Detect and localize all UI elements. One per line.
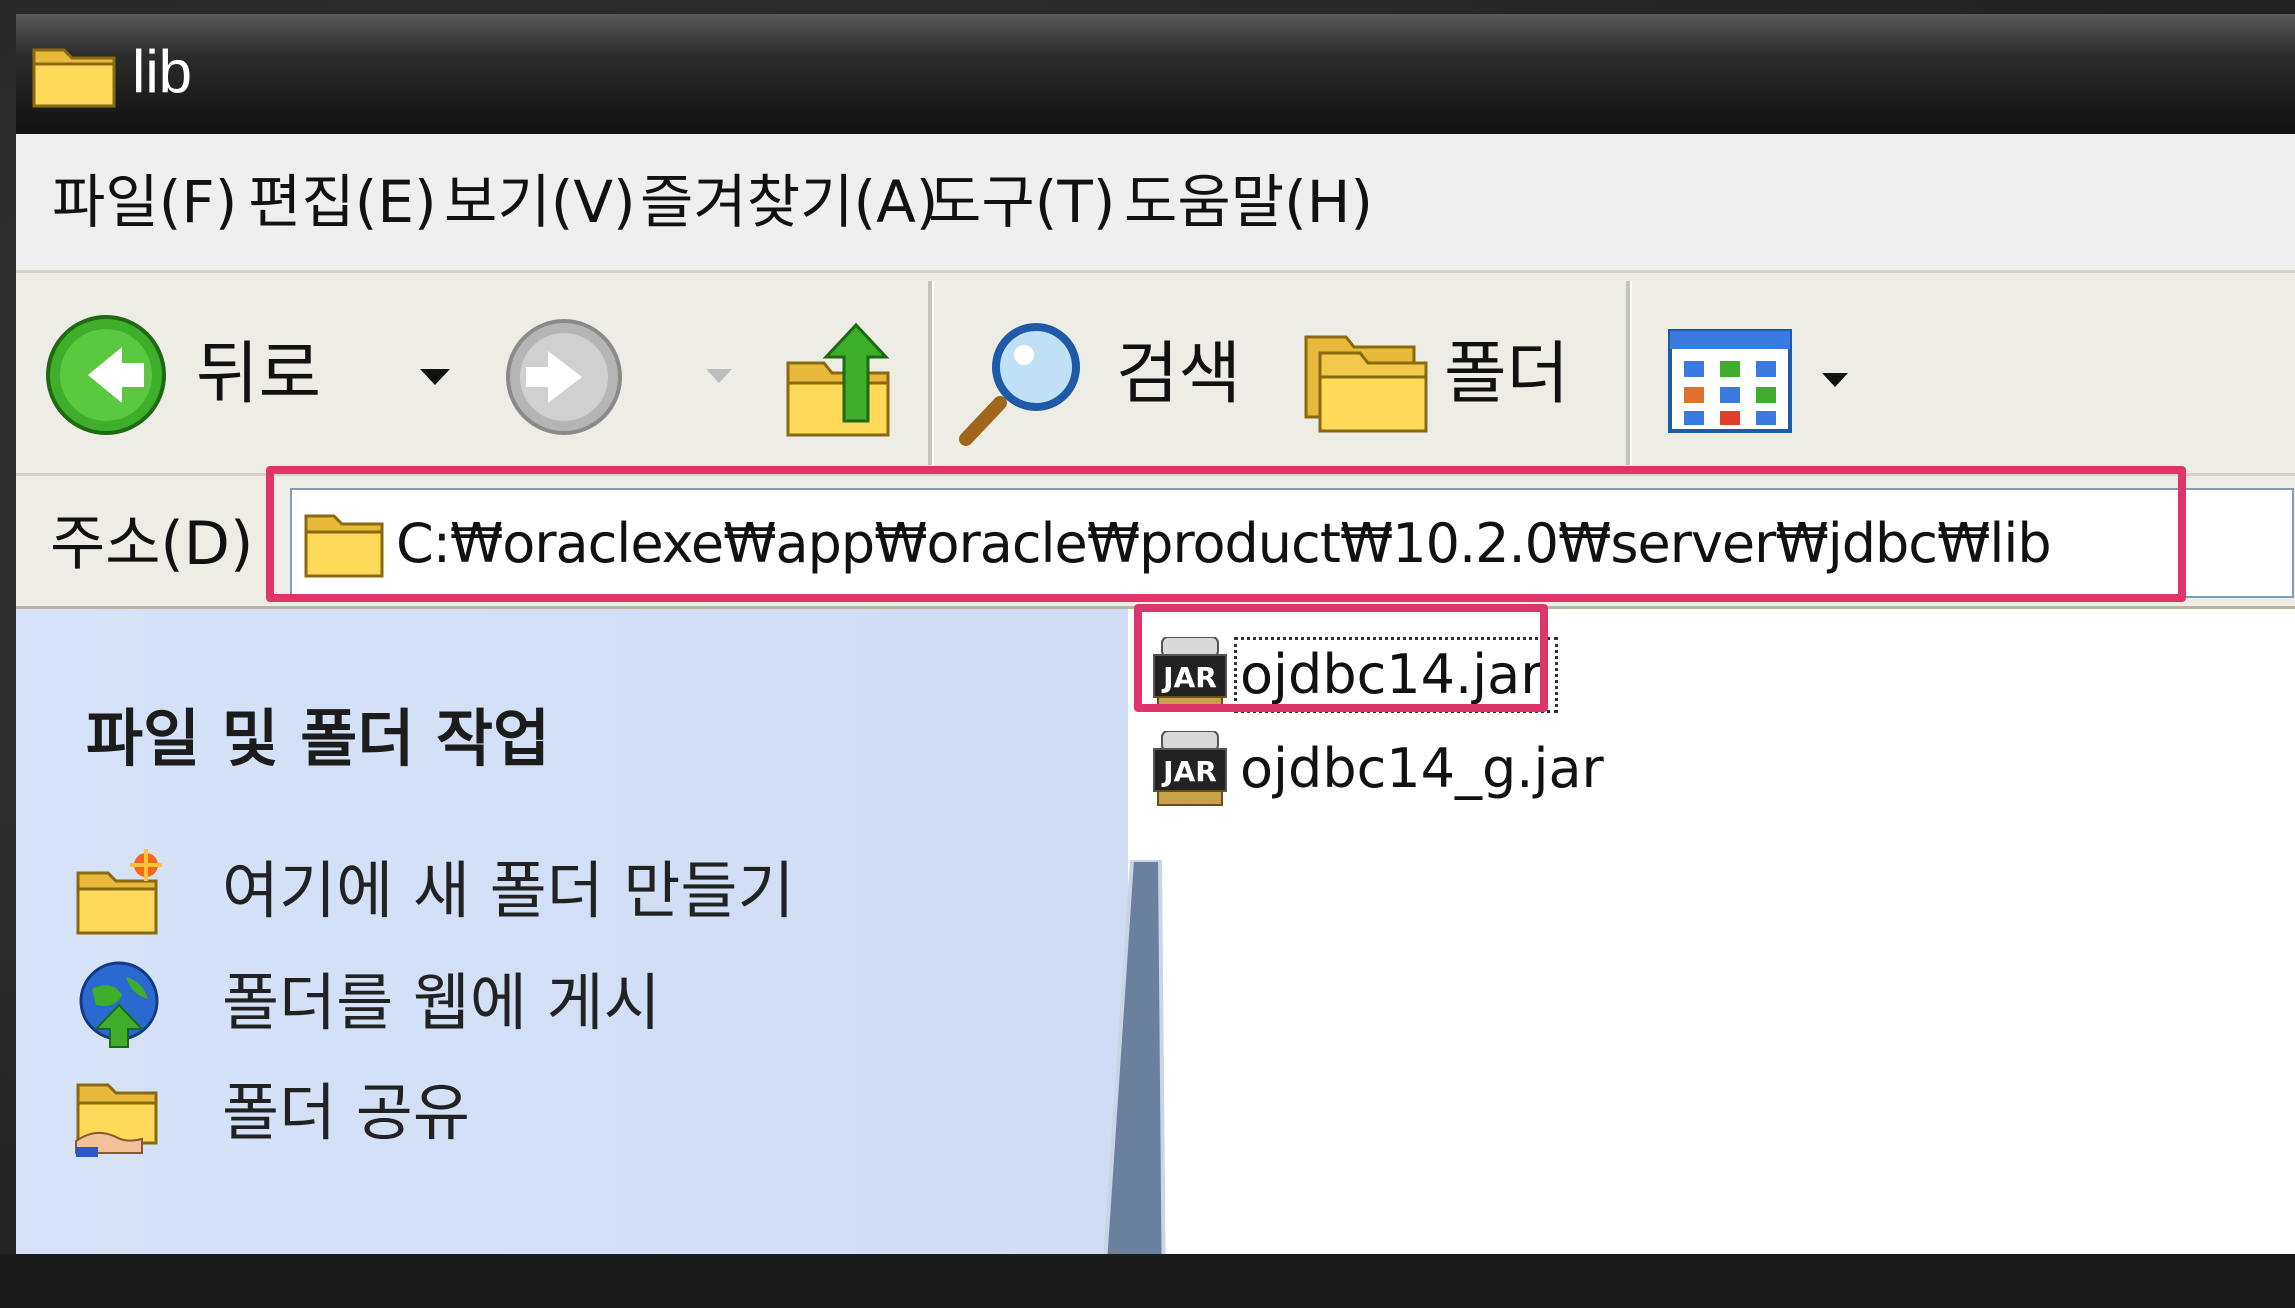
task-pane-title: 파일 및 폴더 작업 xyxy=(86,702,551,775)
task-label[interactable]: 폴더를 웹에 게시 xyxy=(222,963,661,1043)
up-folder-icon[interactable] xyxy=(782,317,900,441)
task-pane: 파일 및 폴더 작업 여기에 새 폴더 만들기 폴더를 웹에 게시 폴더 공유 xyxy=(16,609,1128,1254)
share-folder-icon xyxy=(75,1083,158,1157)
forward-arrow-icon[interactable] xyxy=(504,317,624,437)
task-share-folder[interactable]: 폴더 공유 xyxy=(74,1069,1074,1159)
task-new-folder[interactable]: 여기에 새 폴더 만들기 xyxy=(74,847,1074,937)
dropdown-arrow-disabled-icon xyxy=(706,369,732,383)
address-label: 주소(D) xyxy=(50,509,254,579)
background-strip xyxy=(0,1254,2295,1308)
new-folder-icon xyxy=(76,849,162,935)
menu-file[interactable]: 파일(F) xyxy=(52,164,237,240)
callout-pointer xyxy=(1100,860,1167,1308)
task-label[interactable]: 여기에 새 폴더 만들기 xyxy=(222,851,794,931)
title-bar[interactable]: lib xyxy=(16,14,2295,134)
views-dropdown-icon[interactable] xyxy=(1820,369,1850,391)
dropdown-arrow-icon[interactable] xyxy=(418,365,452,389)
toolbar: 뒤로 검색 폴더 xyxy=(16,273,2295,476)
menu-help[interactable]: 도움말(H) xyxy=(1124,164,1373,240)
file-item[interactable]: JAR ojdbc14_g.jar xyxy=(1148,731,1648,807)
folders-icon[interactable] xyxy=(1302,323,1432,435)
svg-text:JAR: JAR xyxy=(1161,755,1217,788)
toolbar-separator xyxy=(928,281,934,465)
window-title: lib xyxy=(132,38,193,105)
folders-label[interactable]: 폴더 xyxy=(1444,335,1569,415)
menu-edit[interactable]: 편집(E) xyxy=(248,164,437,240)
menu-view[interactable]: 보기(V) xyxy=(444,164,636,240)
views-icon[interactable] xyxy=(1668,329,1792,433)
search-label[interactable]: 검색 xyxy=(1116,335,1241,415)
publish-web-icon xyxy=(79,961,159,1048)
jar-file-icon: JAR xyxy=(1153,731,1227,806)
toolbar-separator xyxy=(1626,281,1632,465)
folder-icon xyxy=(32,48,116,108)
search-magnifier-icon[interactable] xyxy=(956,317,1096,447)
task-label[interactable]: 폴더 공유 xyxy=(222,1073,470,1153)
menu-bar: 파일(F) 편집(E) 보기(V) 즐겨찾기(A) 도구(T) 도움말(H) xyxy=(16,134,2295,273)
file-highlight-box xyxy=(1134,604,1548,712)
menu-tools[interactable]: 도구(T) xyxy=(928,164,1115,240)
task-publish-web[interactable]: 폴더를 웹에 게시 xyxy=(74,959,1074,1049)
file-name[interactable]: ojdbc14_g.jar xyxy=(1240,733,1604,805)
back-arrow-icon[interactable] xyxy=(44,313,168,437)
back-label[interactable]: 뒤로 xyxy=(196,335,321,415)
address-highlight-box xyxy=(266,466,2186,602)
menu-favorites[interactable]: 즐겨찾기(A) xyxy=(640,164,938,240)
